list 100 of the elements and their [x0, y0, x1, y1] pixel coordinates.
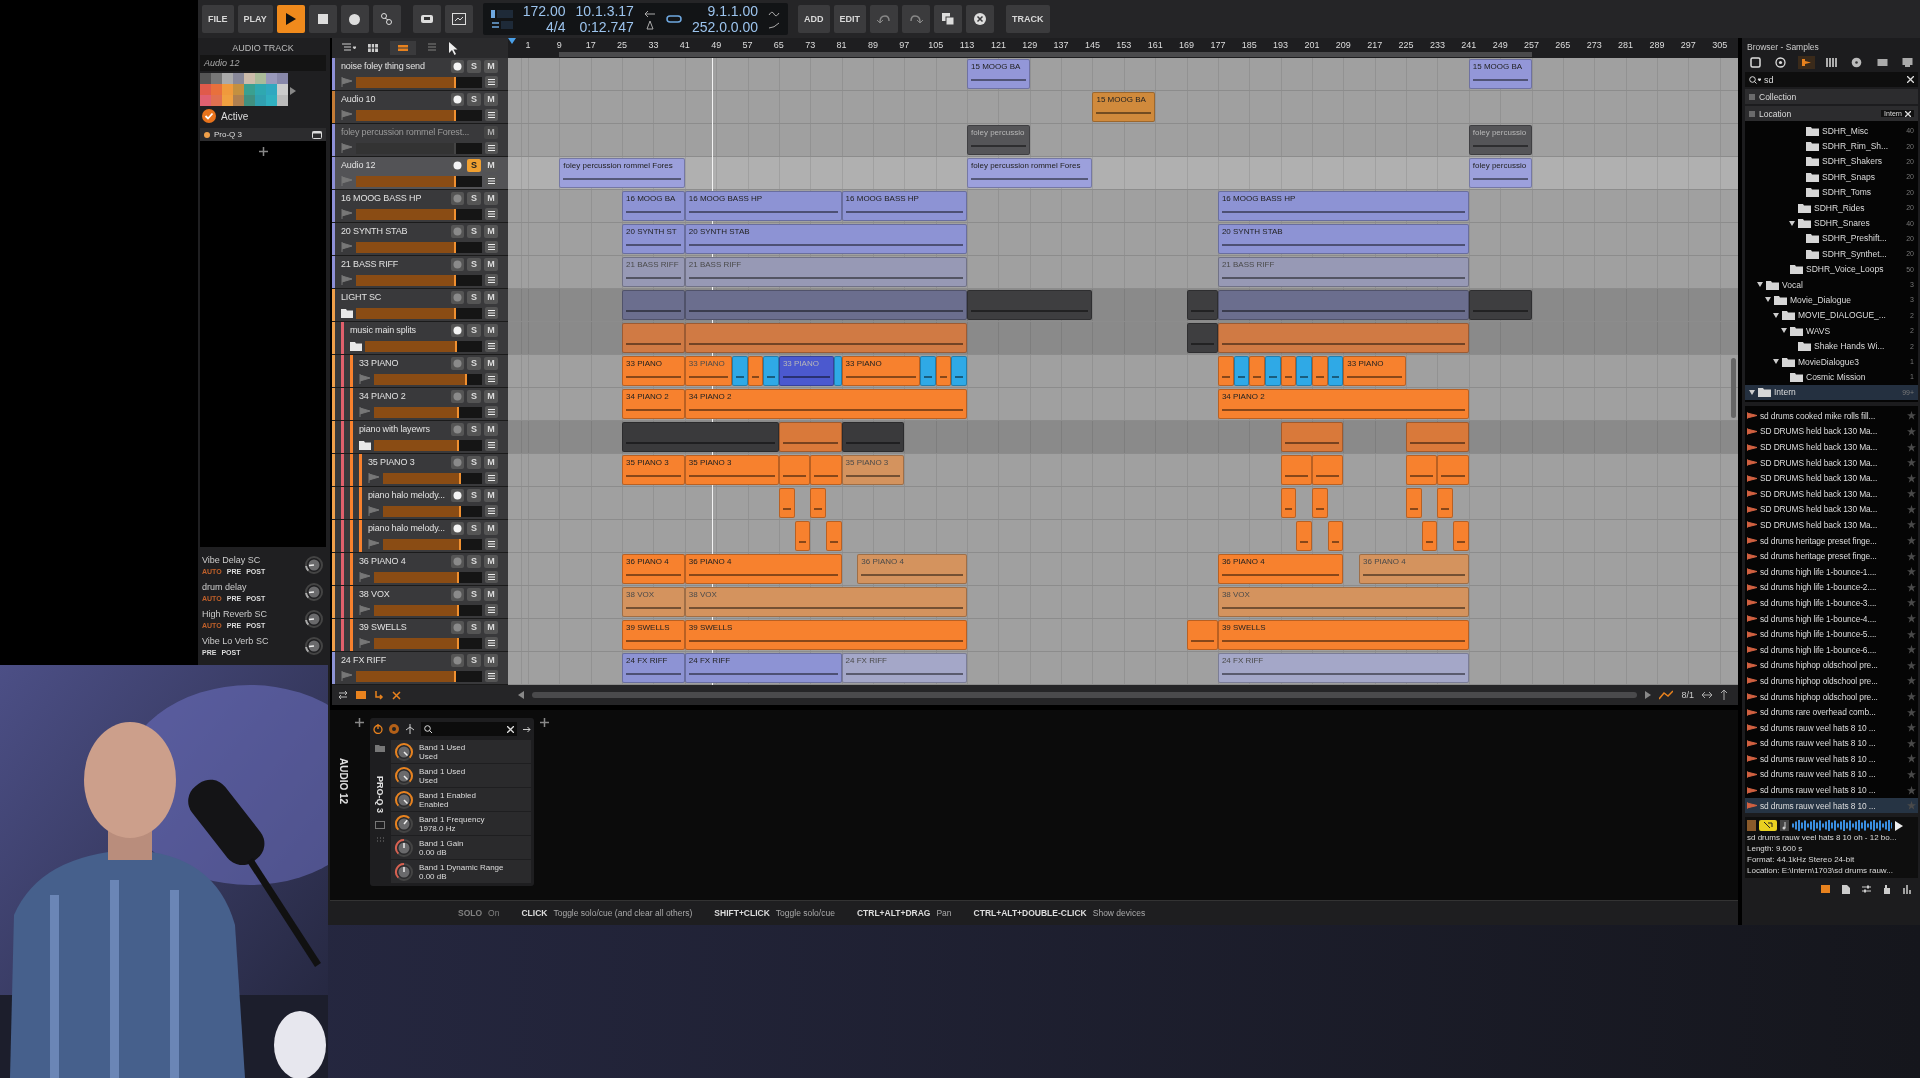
solo-button[interactable]: S — [467, 224, 481, 238]
solo-button[interactable]: S — [467, 389, 481, 403]
star-icon[interactable] — [1907, 458, 1916, 468]
audio-clip[interactable]: 33 PIANO — [841, 356, 920, 386]
expand-arrow-icon[interactable] — [341, 110, 353, 120]
track-header[interactable]: Audio 12 S M — [332, 157, 508, 190]
audio-clip[interactable]: 24 FX RIFF — [622, 653, 685, 683]
parameter-row[interactable]: Band 1 Gain 0.00 dB — [391, 836, 531, 859]
audio-clip[interactable]: 39 SWELLS — [684, 620, 968, 650]
star-icon[interactable] — [1907, 489, 1916, 499]
audio-clip[interactable]: 15 MOOG BA — [1092, 92, 1156, 122]
audio-clip[interactable] — [1312, 488, 1328, 518]
track-header[interactable]: music main splits S M — [332, 322, 508, 355]
file-row[interactable]: sd drums rauw veel hats 8 10 ... — [1745, 797, 1918, 814]
parameter-row[interactable]: Band 1 Frequency 1978.0 Hz — [391, 812, 531, 835]
knob[interactable] — [394, 837, 414, 858]
track-header[interactable]: piano halo melody... S M — [332, 520, 508, 553]
file-row[interactable]: SD DRUMS held back 130 Ma... — [1745, 454, 1918, 471]
audio-clip[interactable]: 34 PIANO 2 — [1217, 389, 1469, 419]
file-row[interactable]: SD DRUMS held back 130 Ma... — [1745, 439, 1918, 455]
audio-clip[interactable] — [825, 521, 842, 551]
star-icon[interactable] — [1907, 582, 1916, 592]
file-row[interactable]: sd drums hiphop oldschool pre... — [1745, 688, 1918, 705]
scroll-right-icon[interactable] — [1645, 691, 1652, 699]
browser-tab[interactable] — [1747, 56, 1764, 69]
track-header[interactable]: piano with layewrs S M — [332, 421, 508, 454]
audio-clip[interactable]: 20 SYNTH ST — [622, 224, 685, 254]
folder-icon[interactable] — [375, 744, 385, 752]
audio-clip[interactable] — [684, 323, 968, 353]
knob[interactable] — [304, 581, 324, 602]
mute-button[interactable]: M — [484, 455, 498, 469]
audio-clip[interactable] — [778, 488, 795, 518]
clip-launcher-icon[interactable] — [428, 43, 436, 53]
star-icon[interactable] — [1907, 754, 1916, 764]
folder-icon[interactable] — [359, 440, 371, 450]
menu-icon[interactable] — [485, 307, 498, 319]
audio-clip[interactable] — [1406, 422, 1469, 452]
add-menu-button[interactable]: ADD — [798, 5, 830, 33]
mixer-view-button[interactable] — [444, 5, 473, 33]
mute-button[interactable]: M — [484, 653, 498, 667]
star-icon[interactable] — [1907, 504, 1916, 514]
overdub-button[interactable] — [412, 5, 441, 33]
expand-arrow-icon[interactable] — [359, 374, 371, 384]
track-header[interactable]: noise foley thing send S M — [332, 58, 508, 91]
file-row[interactable]: sd drums heritage preset finge... — [1745, 548, 1918, 564]
star-icon[interactable] — [1907, 411, 1916, 421]
play-icon[interactable] — [1895, 820, 1903, 831]
cancel-button[interactable] — [966, 5, 995, 33]
file-row[interactable]: sd drums rauw veel hats 8 10 ... — [1745, 782, 1918, 798]
audio-clip[interactable] — [778, 455, 811, 485]
solo-button[interactable]: S — [467, 191, 481, 205]
audio-clip[interactable]: 16 MOOG BASS HP — [841, 191, 968, 221]
record-button[interactable] — [340, 5, 369, 33]
star-icon[interactable] — [1907, 660, 1916, 670]
file-row[interactable]: SD DRUMS held back 130 Ma... — [1745, 486, 1918, 502]
edit-menu-button[interactable]: EDIT — [833, 5, 867, 33]
hand-icon[interactable] — [1883, 885, 1891, 895]
audio-clip[interactable]: 20 SYNTH STAB — [1217, 224, 1469, 254]
audio-clip[interactable] — [1437, 455, 1469, 485]
expanded-triangle-icon[interactable] — [1781, 328, 1787, 334]
audio-clip[interactable] — [1468, 290, 1532, 320]
file-row[interactable]: sd drums high life 1-bounce-1.... — [1745, 563, 1918, 580]
audio-clip[interactable] — [1406, 455, 1438, 485]
file-row[interactable]: sd drums hiphop oldschool pre... — [1745, 657, 1918, 674]
stop-icon[interactable] — [1747, 820, 1756, 832]
audio-clip[interactable]: 36 PIANO 4 — [1359, 554, 1469, 584]
folder-icon[interactable] — [341, 308, 353, 318]
star-icon[interactable] — [1907, 785, 1916, 795]
audio-clip[interactable]: 35 PIANO 3 — [622, 455, 685, 485]
track-header[interactable]: 34 PIANO 2 S M — [332, 388, 508, 421]
folder-icon[interactable] — [350, 341, 362, 351]
zoom-fit-icon[interactable] — [1702, 690, 1712, 700]
track-header[interactable]: 36 PIANO 4 S M — [332, 553, 508, 586]
audio-clip[interactable]: 24 FX RIFF — [1217, 653, 1469, 683]
menu-icon[interactable] — [485, 109, 498, 121]
audio-clip[interactable] — [1312, 356, 1328, 386]
audio-clip[interactable]: 33 PIANO — [1343, 356, 1407, 386]
add-icon[interactable] — [355, 718, 364, 727]
audio-clip[interactable]: 33 PIANO — [622, 356, 685, 386]
audio-clip[interactable] — [951, 356, 968, 386]
track-header[interactable]: 38 VOX S M — [332, 586, 508, 619]
solo-button[interactable]: S — [467, 257, 481, 271]
audio-clip[interactable] — [1421, 521, 1438, 551]
audio-clip[interactable] — [1406, 488, 1422, 518]
clip-icon[interactable] — [1821, 885, 1830, 894]
audio-clip[interactable]: 15 MOOG BA — [1468, 59, 1532, 89]
audio-clip[interactable] — [1437, 488, 1454, 518]
audio-clip[interactable]: foley percussion rommel Fores — [967, 158, 1093, 188]
solo-button[interactable]: S — [467, 521, 481, 535]
audio-clip[interactable] — [1217, 356, 1234, 386]
audio-clip[interactable] — [763, 356, 779, 386]
audio-clip[interactable]: 36 PIANO 4 — [1217, 554, 1344, 584]
star-icon[interactable] — [1907, 801, 1916, 811]
star-icon[interactable] — [1907, 473, 1916, 483]
star-icon[interactable] — [1907, 567, 1916, 577]
audio-clip[interactable]: foley percussio — [1468, 158, 1532, 188]
mute-button[interactable]: M — [484, 389, 498, 403]
audio-clip[interactable]: 33 PIANO — [684, 356, 732, 386]
arm-button[interactable] — [451, 92, 464, 106]
audio-clip[interactable] — [1280, 422, 1344, 452]
